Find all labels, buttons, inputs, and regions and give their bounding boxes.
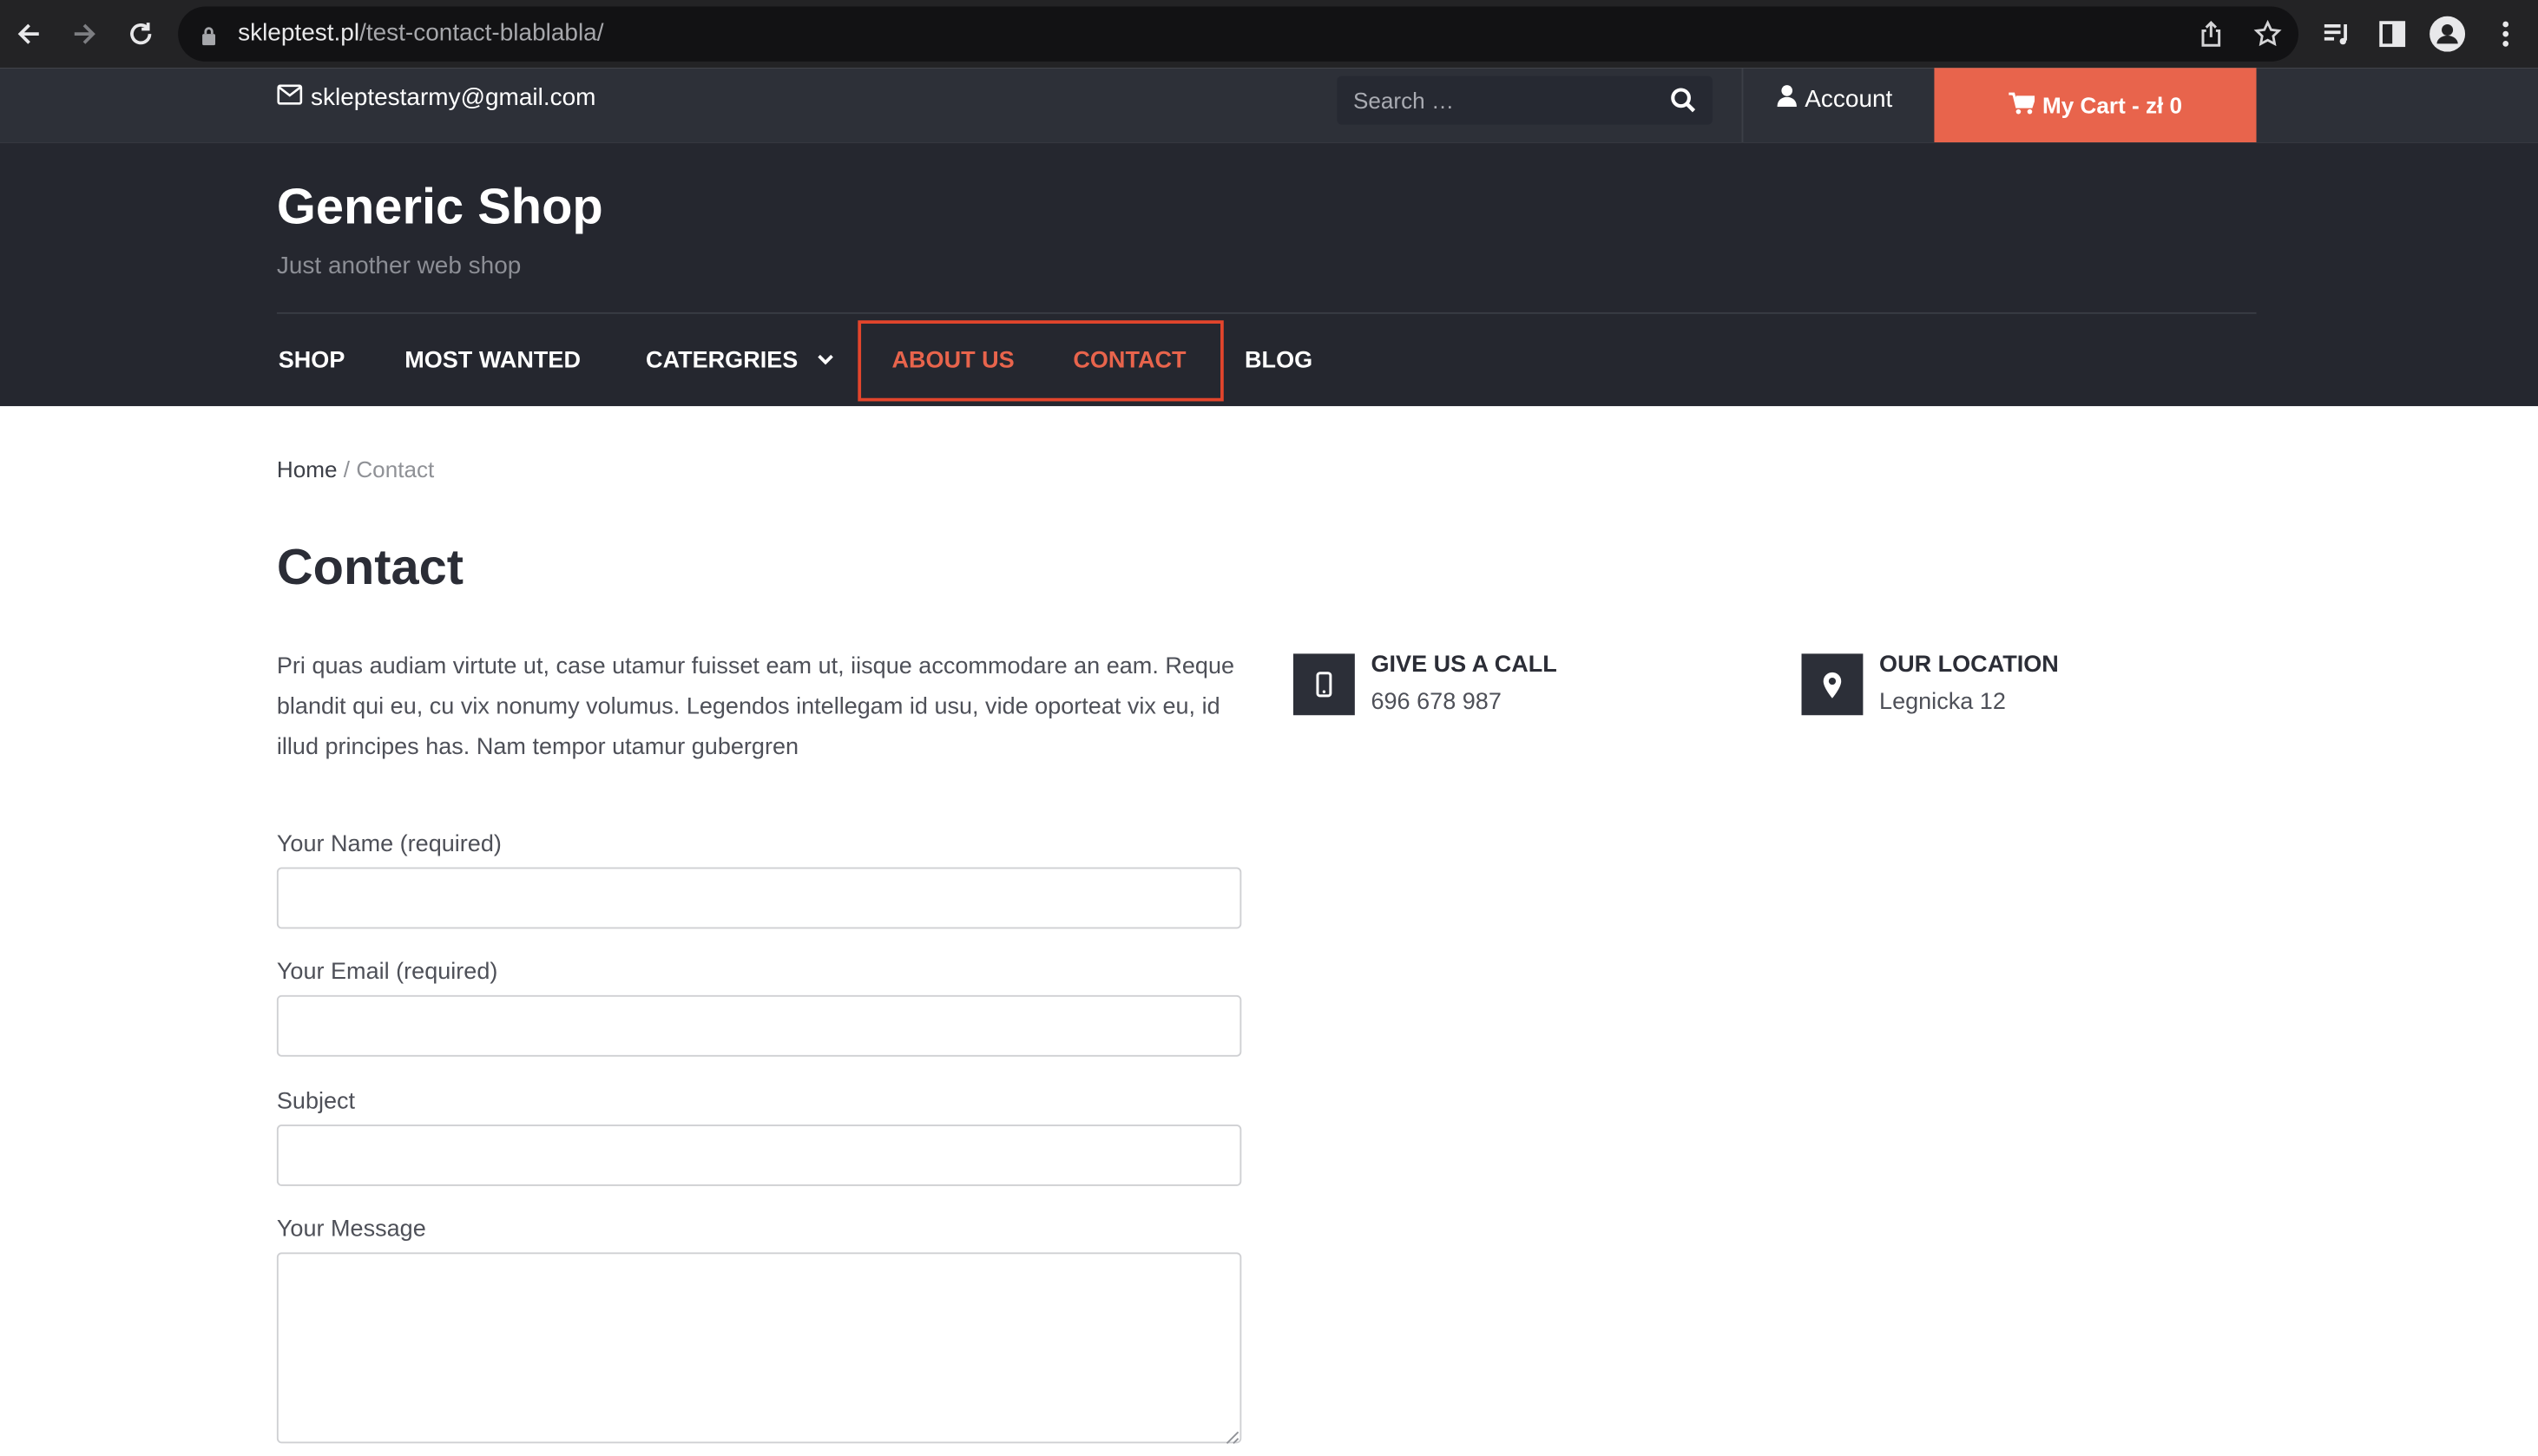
map-marker-icon bbox=[1801, 653, 1864, 716]
call-title: GIVE US A CALL bbox=[1371, 652, 1557, 679]
cart-label: My Cart - zł 0 bbox=[2042, 92, 2183, 119]
main-menu: SHOP MOST WANTED CATERGRIES ABOUT US CON… bbox=[0, 314, 2538, 406]
breadcrumb-current: Contact bbox=[356, 456, 435, 482]
cart-button[interactable]: My Cart - zł 0 bbox=[1934, 68, 2257, 143]
account-link[interactable]: Account bbox=[1777, 84, 1893, 114]
site-tagline: Just another web shop bbox=[276, 252, 522, 280]
resize-handle-icon[interactable] bbox=[1224, 1424, 1240, 1445]
annotation-highlight-box bbox=[858, 320, 1224, 402]
email-text: skleptestarmy@gmail.com bbox=[311, 83, 596, 112]
breadcrumb: Home / Contact bbox=[277, 456, 434, 482]
search-form bbox=[1337, 75, 1713, 125]
mobile-phone-icon bbox=[1292, 653, 1355, 716]
page-title: Contact bbox=[276, 538, 464, 596]
name-field[interactable] bbox=[276, 867, 1242, 929]
menu-item-catergries[interactable]: CATERGRIES bbox=[646, 314, 833, 406]
name-label: Your Name (required) bbox=[276, 831, 502, 858]
call-phone-number: 696 678 987 bbox=[1371, 689, 1502, 716]
site-title[interactable]: Generic Shop bbox=[277, 178, 603, 236]
breadcrumb-home[interactable]: Home bbox=[277, 456, 338, 482]
subject-label: Subject bbox=[276, 1089, 356, 1115]
lock-icon bbox=[201, 24, 217, 54]
search-input[interactable] bbox=[1352, 83, 1645, 117]
menu-item-most-wanted[interactable]: MOST WANTED bbox=[404, 314, 581, 406]
contact-email[interactable]: skleptestarmy@gmail.com bbox=[277, 83, 596, 112]
menu-item-catergries-label: CATERGRIES bbox=[646, 346, 799, 373]
browser-toolbar: skleptest.pl/test-contact-blablabla/ bbox=[0, 0, 2538, 69]
url-path: /test-contact-blablabla/ bbox=[359, 19, 604, 48]
forward-icon[interactable] bbox=[65, 15, 104, 54]
top-bar: skleptestarmy@gmail.com Account My Cart … bbox=[0, 68, 2538, 143]
message-field[interactable] bbox=[276, 1252, 1242, 1444]
media-control-icon[interactable] bbox=[2318, 15, 2357, 54]
profile-icon[interactable] bbox=[2428, 15, 2467, 54]
account-label: Account bbox=[1805, 84, 1893, 113]
envelope-icon bbox=[277, 84, 303, 112]
bookmark-star-icon[interactable] bbox=[2253, 19, 2283, 56]
url-text: skleptest.pl/test-contact-blablabla/ bbox=[238, 19, 603, 47]
email-field[interactable] bbox=[276, 994, 1242, 1057]
message-label: Your Message bbox=[276, 1217, 426, 1243]
browser-menu-icon[interactable] bbox=[2486, 15, 2525, 54]
back-icon[interactable] bbox=[10, 15, 49, 54]
url-domain: skleptest.pl bbox=[238, 19, 360, 48]
site-header: Generic Shop Just another web shop SHOP … bbox=[0, 142, 2538, 407]
search-icon[interactable] bbox=[1667, 84, 1700, 116]
chevron-down-icon bbox=[818, 354, 834, 365]
topbar-divider bbox=[1741, 68, 1744, 143]
address-bar[interactable]: skleptest.pl/test-contact-blablabla/ bbox=[178, 6, 2299, 62]
share-icon[interactable] bbox=[2197, 19, 2226, 56]
menu-item-blog[interactable]: BLOG bbox=[1245, 314, 1312, 406]
breadcrumb-separator: / bbox=[343, 456, 351, 482]
location-title: OUR LOCATION bbox=[1879, 652, 2059, 679]
subject-field[interactable] bbox=[276, 1125, 1242, 1186]
intro-text: Pri quas audiam virtute ut, case utamur … bbox=[276, 653, 1235, 761]
page: skleptest.pl/test-contact-blablabla/ skl… bbox=[0, 0, 2538, 1453]
location-address: Legnicka 12 bbox=[1879, 689, 2006, 716]
side-panel-icon[interactable] bbox=[2373, 15, 2412, 54]
reload-icon[interactable] bbox=[122, 15, 161, 54]
menu-item-shop[interactable]: SHOP bbox=[279, 314, 345, 406]
email-label: Your Email (required) bbox=[276, 959, 498, 986]
shopping-cart-icon bbox=[2008, 91, 2036, 119]
user-icon bbox=[1777, 84, 1797, 114]
